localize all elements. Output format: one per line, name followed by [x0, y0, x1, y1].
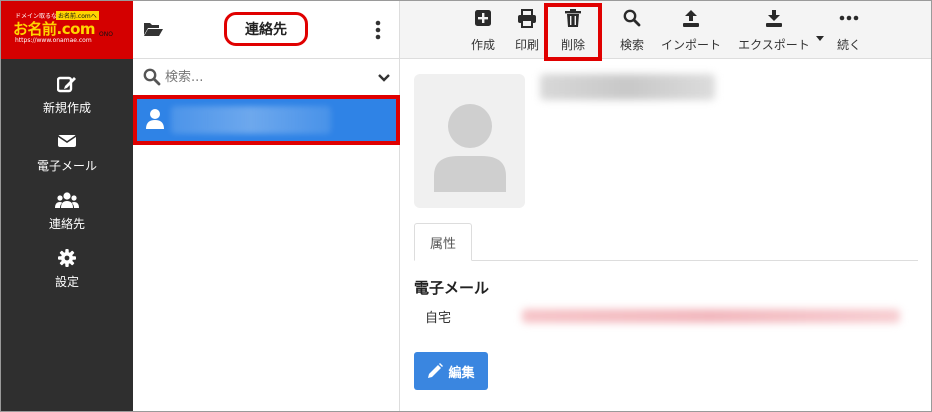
delete-button[interactable]: 削除 — [550, 1, 596, 59]
sidebar-item-label: 新規作成 — [42, 101, 91, 115]
contact-name-redacted — [540, 74, 715, 100]
logo-url: https://www.onamae.com — [15, 37, 92, 44]
print-label: 印刷 — [514, 38, 539, 52]
sidebar-item-compose[interactable]: 新規作成 — [1, 67, 133, 119]
create-button[interactable]: 作成 — [461, 1, 505, 59]
avatar-placeholder-icon — [434, 104, 506, 192]
sidebar-item-mail[interactable]: 電子メール — [1, 125, 133, 177]
more-label: 続く — [836, 38, 861, 52]
more-dots-icon — [828, 9, 870, 29]
print-button[interactable]: 印刷 — [505, 1, 549, 59]
delete-label: 削除 — [560, 38, 585, 52]
edit-label: 編集 — [448, 365, 475, 381]
search-button[interactable]: 検索 — [610, 1, 654, 59]
logo-brand: お名前.com — [13, 20, 96, 38]
contact-detail: 属性 電子メール 自宅 編集 — [400, 59, 931, 411]
tab-properties[interactable]: 属性 — [414, 223, 472, 261]
compose-icon — [1, 75, 133, 95]
logo-suffix: ONO — [99, 31, 113, 38]
list-title: 連絡先 — [224, 12, 308, 46]
plus-square-icon — [461, 9, 505, 29]
divider — [414, 260, 918, 261]
contact-name-redacted — [171, 106, 331, 134]
sidebar-item-label: 電子メール — [36, 159, 97, 173]
import-label: インポート — [660, 38, 721, 52]
search-icon — [143, 68, 161, 86]
contact-list-panel: 連絡先 — [133, 1, 400, 411]
sidebar-item-label: 設定 — [54, 275, 79, 289]
search-icon — [610, 9, 654, 29]
gear-icon — [1, 249, 133, 269]
email-section-title: 電子メール — [414, 279, 490, 297]
caret-down-icon[interactable] — [816, 27, 824, 41]
kebab-menu-icon[interactable] — [373, 19, 383, 41]
export-label: エクスポート — [738, 38, 810, 52]
users-icon — [1, 191, 133, 211]
brand-logo[interactable]: ドメイン取るなら お名前.comへ お名前.com ONO https://ww… — [1, 1, 133, 59]
email-field-label: 自宅 — [425, 311, 452, 326]
create-label: 作成 — [470, 38, 495, 52]
contact-photo[interactable] — [414, 74, 525, 208]
email-value-redacted[interactable] — [522, 309, 900, 323]
list-item[interactable] — [133, 95, 400, 145]
person-icon — [145, 108, 165, 130]
search-input[interactable] — [165, 66, 365, 88]
list-header: 連絡先 — [133, 1, 400, 59]
folder-open-icon[interactable] — [143, 21, 163, 39]
printer-icon — [505, 9, 549, 29]
edit-button[interactable]: 編集 — [414, 352, 488, 390]
search-label: 検索 — [619, 38, 644, 52]
import-button[interactable]: インポート — [656, 1, 726, 59]
more-button[interactable]: 続く — [828, 1, 870, 59]
download-icon — [732, 9, 816, 29]
chevron-down-icon[interactable] — [377, 70, 391, 84]
pencil-icon — [428, 363, 444, 378]
app-window: ドメイン取るなら お名前.comへ お名前.com ONO https://ww… — [0, 0, 932, 412]
search-bar — [133, 60, 400, 96]
sidebar-item-contacts[interactable]: 連絡先 — [1, 183, 133, 235]
envelope-icon — [1, 133, 133, 153]
upload-icon — [656, 9, 726, 29]
export-button[interactable]: エクスポート — [732, 1, 816, 59]
trash-icon — [550, 9, 596, 29]
sidebar-item-settings[interactable]: 設定 — [1, 241, 133, 293]
sidebar: ドメイン取るなら お名前.comへ お名前.com ONO https://ww… — [1, 1, 133, 411]
sidebar-item-label: 連絡先 — [48, 217, 85, 231]
